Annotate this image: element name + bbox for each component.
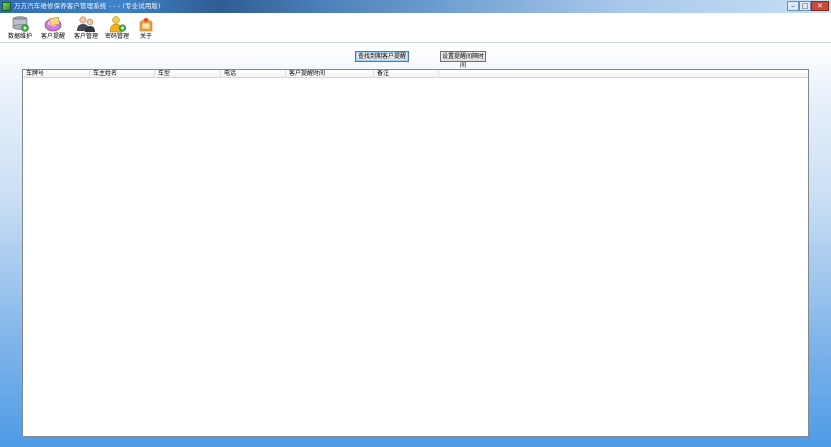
toolbar-item-label: 数据维护 (7, 33, 32, 40)
column-header-phone[interactable]: 电话 (221, 70, 286, 78)
toolbar-item-label: 客户管理 (73, 33, 98, 40)
reminder-icon (43, 15, 63, 33)
column-header-reminder-time[interactable]: 客户提醒时间 (286, 70, 374, 78)
window-title: 万方汽车维修保养客户管理系统 - - - (专业试用版) (14, 2, 161, 10)
find-due-customers-button[interactable]: 查找到期客户提醒 (355, 51, 409, 62)
window-controls: – □ ✕ (787, 1, 829, 11)
column-header-model[interactable]: 车型 (155, 70, 221, 78)
toolbar-password-management[interactable]: 密码管理 (102, 15, 132, 43)
title-bar: 万方汽车维修保养客户管理系统 - - - (专业试用版) – □ ✕ (0, 0, 831, 13)
toolbar: 数据维护 客户提醒 客户管理 密码管理 关于 (0, 13, 831, 43)
set-reminder-interval-button[interactable]: 设置提醒间隔时间 (440, 51, 486, 69)
column-header-plate[interactable]: 车牌号 (23, 70, 90, 78)
toolbar-customer-management[interactable]: 客户管理 (71, 15, 101, 43)
maximize-button[interactable]: □ (799, 1, 811, 11)
user-key-icon (107, 15, 127, 33)
toolbar-item-label: 关于 (139, 33, 152, 40)
database-icon (10, 15, 30, 33)
customers-icon (76, 15, 96, 33)
customer-list[interactable]: 车牌号 车主姓名 车型 电话 客户提醒时间 备注 (22, 69, 809, 437)
toolbar-data-maintenance[interactable]: 数据维护 (5, 15, 35, 43)
column-header-notes[interactable]: 备注 (374, 70, 439, 78)
app-icon (2, 2, 11, 11)
toolbar-item-label: 密码管理 (104, 33, 129, 40)
close-button[interactable]: ✕ (811, 1, 829, 11)
minimize-button[interactable]: – (787, 1, 799, 11)
column-header-owner[interactable]: 车主姓名 (90, 70, 155, 78)
toolbar-item-label: 客户提醒 (40, 33, 65, 40)
info-box-icon (136, 15, 156, 33)
toolbar-customer-reminder[interactable]: 客户提醒 (38, 15, 68, 43)
toolbar-about[interactable]: 关于 (131, 15, 161, 43)
list-header: 车牌号 车主姓名 车型 电话 客户提醒时间 备注 (23, 70, 808, 78)
